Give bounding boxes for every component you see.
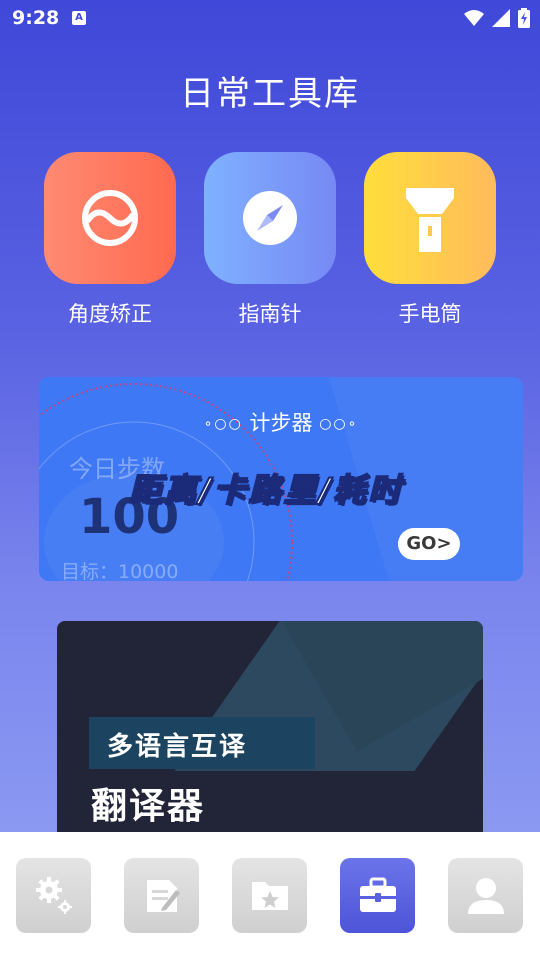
dots-decoration-left: ∘○○ (203, 416, 243, 432)
battery-icon (518, 8, 530, 28)
status-icons (464, 7, 530, 29)
notification-icon: A (72, 11, 86, 25)
translator-subtitle: 多语言互译 (107, 732, 248, 762)
translator-title: 翻译器 (91, 786, 206, 827)
signal-icon (492, 9, 510, 27)
page-title: 日常工具库 (180, 74, 360, 114)
flashlight-icon (406, 188, 454, 252)
bottom-nav (0, 832, 540, 960)
metrics-label: 距离/卡路里/耗时 (128, 470, 404, 510)
user-icon (468, 878, 504, 914)
nav-settings[interactable] (16, 858, 91, 933)
pedometer-title-text: 计步器 (249, 411, 313, 435)
compass-button[interactable] (204, 152, 336, 284)
angle-correction-button[interactable] (44, 152, 176, 284)
goal-label: 目标：10000 (61, 561, 179, 581)
nav-notes[interactable] (124, 858, 199, 933)
flashlight-button[interactable] (364, 152, 496, 284)
go-button[interactable]: GO> (398, 528, 460, 560)
nav-tools[interactable] (340, 858, 415, 933)
gear-icon (36, 877, 72, 914)
note-icon (147, 880, 180, 912)
pedometer-title: ∘○○ 计步器 ○○∘ (39, 407, 523, 437)
angle-correction-label: 角度矫正 (68, 302, 152, 326)
compass-label: 指南针 (238, 302, 302, 326)
toolbox-icon (360, 877, 396, 912)
translator-subtitle-chip: 多语言互译 (89, 717, 315, 769)
dots-decoration-right: ○○∘ (319, 416, 359, 432)
nav-favorites[interactable] (232, 858, 307, 933)
nav-profile[interactable] (448, 858, 523, 933)
flashlight-label: 手电筒 (398, 302, 462, 326)
level-icon (82, 190, 138, 246)
status-time: 9:28 (12, 7, 60, 29)
status-bar: 9:28 A (0, 0, 540, 36)
pedometer-card[interactable]: ∘○○ 计步器 ○○∘ 今日步数 100 距离/卡路里/耗时 目标：10000 … (39, 377, 523, 581)
wifi-icon (464, 10, 484, 26)
folder-star-icon (252, 882, 288, 910)
compass-icon (243, 191, 297, 245)
